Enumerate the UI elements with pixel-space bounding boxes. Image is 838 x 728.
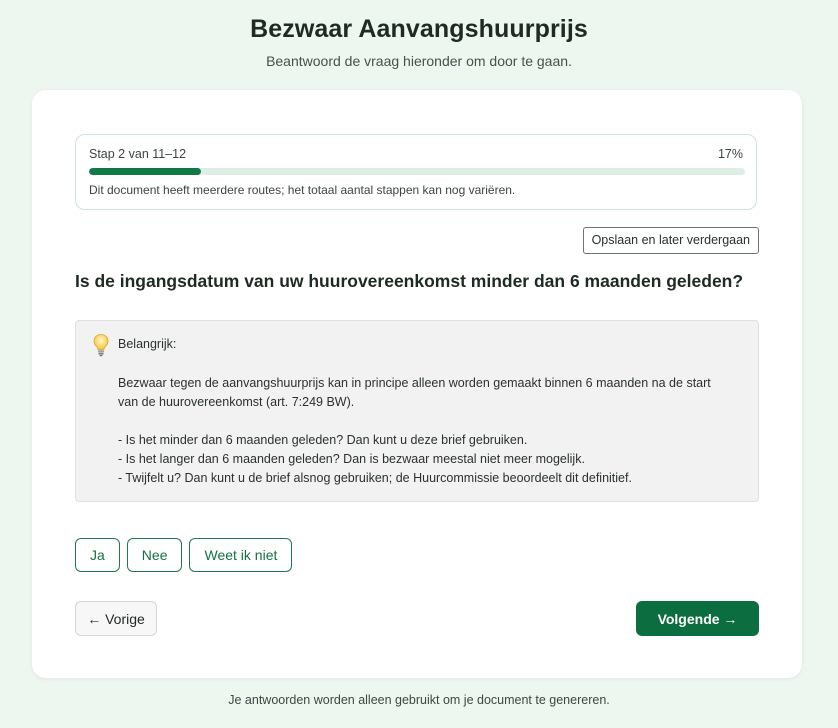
info-body: Bezwaar tegen de aanvangshuurprijs kan i…	[118, 374, 748, 488]
info-callout: Belangrijk: Bezwaar tegen de aanvangshuu…	[75, 320, 759, 502]
info-bullet: - Twijfelt u? Dan kunt u de brief alsnog…	[118, 471, 632, 485]
info-paragraph-line: van de huurovereenkomst (art. 7:249 BW).	[118, 395, 355, 409]
progress-bar	[89, 168, 745, 175]
question-text: Is de ingangsdatum van uw huurovereenkom…	[75, 271, 744, 291]
save-and-continue-later-button[interactable]: Opslaan en later verdergaan	[582, 227, 759, 254]
progress-note: Dit document heeft meerdere routes; het …	[89, 183, 516, 197]
info-bullet: - Is het minder dan 6 maanden geleden? D…	[118, 433, 528, 447]
progress-percent-label: 17%	[717, 147, 743, 161]
page: Bezwaar Aanvangshuurprijs Beantwoord de …	[0, 0, 838, 728]
answer-options: Ja Nee Weet ik niet	[75, 538, 293, 572]
answer-yes-button[interactable]: Ja	[75, 538, 120, 572]
page-title: Bezwaar Aanvangshuurprijs	[250, 15, 588, 43]
info-bullet: - Is het langer dan 6 maanden geleden? D…	[118, 452, 585, 466]
answer-unknown-button[interactable]: Weet ik niet	[189, 538, 293, 572]
info-heading: Belangrijk:	[118, 337, 177, 351]
progress-panel: Stap 2 van 11–12 17% Dit document heeft …	[75, 134, 757, 210]
next-button[interactable]: Volgende →	[636, 601, 759, 636]
progress-step-label: Stap 2 van 11–12	[89, 147, 187, 161]
progress-bar-fill	[89, 168, 201, 175]
previous-button[interactable]: ← Vorige	[75, 601, 157, 636]
footer-note: Je antwoorden worden alleen gebruikt om …	[228, 693, 610, 707]
page-header: Bezwaar Aanvangshuurprijs Beantwoord de …	[0, 0, 838, 71]
page-subtitle: Beantwoord de vraag hieronder om door te…	[266, 53, 572, 69]
info-paragraph-line: Bezwaar tegen de aanvangshuurprijs kan i…	[118, 376, 711, 390]
answer-no-button[interactable]: Nee	[126, 538, 183, 572]
question-card: Stap 2 van 11–12 17% Dit document heeft …	[32, 90, 802, 678]
lightbulb-icon	[93, 334, 109, 357]
